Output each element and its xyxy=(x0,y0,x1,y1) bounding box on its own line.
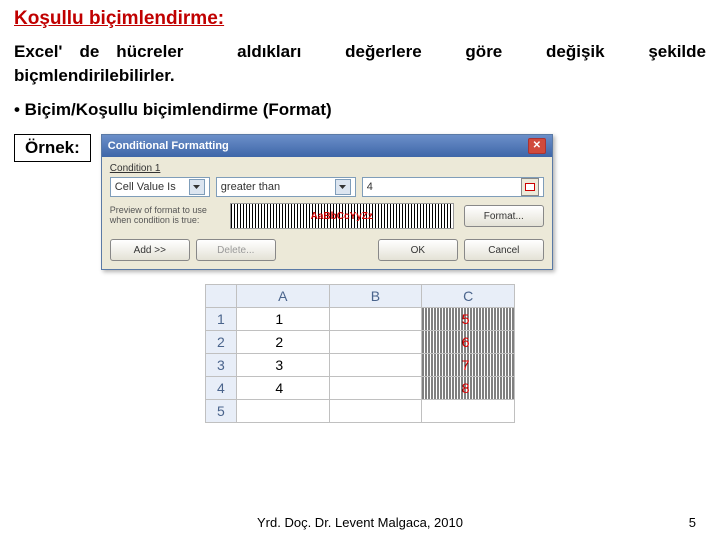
row-header[interactable]: 2 xyxy=(206,331,237,354)
cell-formatted[interactable]: 6 xyxy=(422,331,515,354)
p1-w3: değerlere xyxy=(345,42,422,62)
cell-formatted[interactable]: 8 xyxy=(422,377,515,400)
dialog-titlebar: Conditional Formatting ✕ xyxy=(102,135,552,157)
format-preview: AaBbCcYyZz xyxy=(230,203,454,229)
col-header-c[interactable]: C xyxy=(422,285,515,308)
preview-text: AaBbCcYyZz xyxy=(311,211,373,222)
format-button[interactable]: Format... xyxy=(464,205,544,227)
condition-label: Condition 1 xyxy=(110,163,544,174)
cell[interactable] xyxy=(329,308,422,331)
paragraph-line2: biçmlendirilebilirler. xyxy=(14,66,706,86)
conditional-formatting-dialog: Conditional Formatting ✕ Condition 1 Cel… xyxy=(101,134,553,270)
combo2-value: greater than xyxy=(221,181,280,193)
delete-button[interactable]: Delete... xyxy=(196,239,276,261)
paragraph-line1: Excel' de hücreler aldıkları değerlere g… xyxy=(14,42,706,62)
close-icon[interactable]: ✕ xyxy=(528,138,546,154)
p1-w1: Excel' de hücreler xyxy=(14,42,183,62)
add-button[interactable]: Add >> xyxy=(110,239,190,261)
cell[interactable] xyxy=(422,400,515,423)
section-title: Koşullu biçimlendirme: xyxy=(14,8,706,30)
footer-text: Yrd. Doç. Dr. Levent Malgaca, 2010 xyxy=(0,515,720,530)
cell[interactable] xyxy=(329,354,422,377)
row-header[interactable]: 5 xyxy=(206,400,237,423)
cell[interactable] xyxy=(236,400,329,423)
row-header[interactable]: 3 xyxy=(206,354,237,377)
p1-w5: değişik xyxy=(546,42,605,62)
condition-type-combo[interactable]: Cell Value Is xyxy=(110,177,210,197)
dialog-title: Conditional Formatting xyxy=(108,140,229,152)
preview-label: Preview of format to use when condition … xyxy=(110,206,220,226)
ok-button[interactable]: OK xyxy=(378,239,458,261)
cell[interactable]: 2 xyxy=(236,331,329,354)
value-input[interactable]: 4 xyxy=(362,177,544,197)
chevron-down-icon[interactable] xyxy=(189,179,205,195)
operator-combo[interactable]: greater than xyxy=(216,177,356,197)
cell[interactable]: 1 xyxy=(236,308,329,331)
p1-w2: aldıkları xyxy=(237,42,301,62)
p1-w6: şekilde xyxy=(648,42,706,62)
cell[interactable]: 3 xyxy=(236,354,329,377)
p1-w4: göre xyxy=(465,42,502,62)
page-number: 5 xyxy=(689,515,696,530)
combo1-value: Cell Value Is xyxy=(115,181,176,193)
cancel-button[interactable]: Cancel xyxy=(464,239,544,261)
cell-formatted[interactable]: 5 xyxy=(422,308,515,331)
spreadsheet-grid: A B C 1 1 5 2 2 6 3 3 7 4 4 8 5 xyxy=(205,284,515,423)
cell-formatted[interactable]: 7 xyxy=(422,354,515,377)
cell[interactable] xyxy=(329,331,422,354)
range-picker-icon[interactable] xyxy=(521,178,539,196)
col-header-a[interactable]: A xyxy=(236,285,329,308)
row-header[interactable]: 4 xyxy=(206,377,237,400)
row-header[interactable]: 1 xyxy=(206,308,237,331)
corner-cell[interactable] xyxy=(206,285,237,308)
chevron-down-icon[interactable] xyxy=(335,179,351,195)
col-header-b[interactable]: B xyxy=(329,285,422,308)
cell[interactable]: 4 xyxy=(236,377,329,400)
value-input-text: 4 xyxy=(367,181,373,193)
cell[interactable] xyxy=(329,377,422,400)
cell[interactable] xyxy=(329,400,422,423)
bullet-line: • Biçim/Koşullu biçimlendirme (Format) xyxy=(14,100,706,120)
example-label: Örnek: xyxy=(14,134,91,162)
